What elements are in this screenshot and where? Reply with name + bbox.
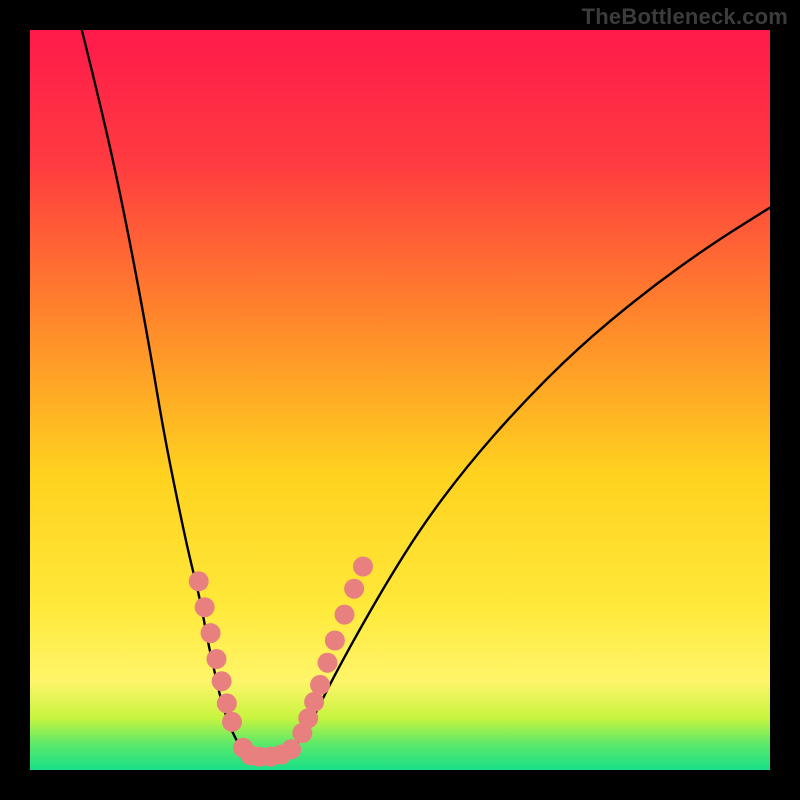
- data-marker: [212, 671, 232, 691]
- data-marker: [353, 557, 373, 577]
- data-marker: [201, 623, 221, 643]
- data-marker: [206, 649, 226, 669]
- data-marker: [335, 605, 355, 625]
- data-marker: [310, 675, 330, 695]
- data-marker: [304, 692, 324, 712]
- data-marker: [344, 579, 364, 599]
- data-marker: [325, 631, 345, 651]
- watermark-text: TheBottleneck.com: [582, 4, 788, 30]
- data-marker: [222, 712, 242, 732]
- data-marker: [195, 597, 215, 617]
- gradient-background: [30, 30, 770, 770]
- data-marker: [317, 653, 337, 673]
- bottleneck-chart: [0, 0, 800, 800]
- data-marker: [281, 739, 301, 759]
- data-marker: [189, 571, 209, 591]
- chart-frame: TheBottleneck.com: [0, 0, 800, 800]
- data-marker: [217, 693, 237, 713]
